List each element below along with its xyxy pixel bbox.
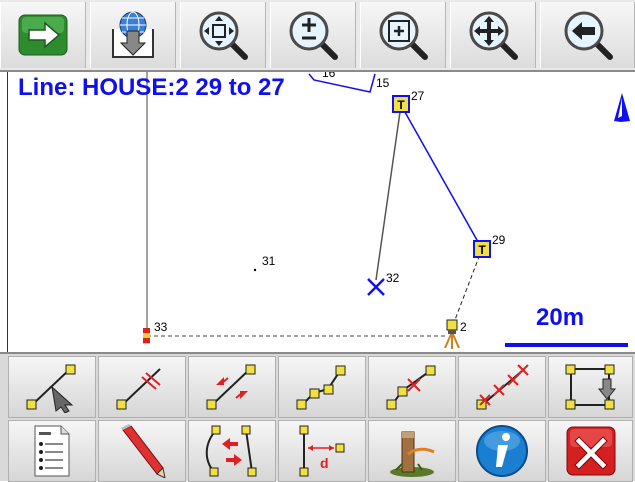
- point-label-29: 29: [492, 233, 506, 247]
- zoom-extents-button[interactable]: [180, 2, 266, 68]
- point-label-33: 33: [154, 320, 168, 334]
- extend-line-icon: [206, 364, 256, 410]
- delete-point-icon: [386, 365, 436, 410]
- parallel-line-icon: [116, 368, 161, 410]
- offset-distance-button[interactable]: d: [278, 420, 366, 482]
- rectangle-down-button[interactable]: [548, 356, 633, 418]
- svg-text:d: d: [320, 455, 329, 471]
- point-27-marker[interactable]: T: [392, 95, 410, 113]
- line-32-27: [375, 104, 402, 281]
- point-list-icon: [34, 425, 70, 477]
- back-arrow-icon: [564, 11, 613, 60]
- pencil-icon: [121, 424, 166, 478]
- extend-line-button[interactable]: [188, 356, 276, 418]
- point-label-16: 16: [322, 72, 336, 80]
- zoom-plus-minus-icon: [289, 11, 338, 60]
- scale-label: 20m: [536, 304, 585, 331]
- zoom-extents-icon: [199, 11, 248, 60]
- zoom-window-icon: [379, 11, 428, 60]
- bottom-toolbar: d: [0, 352, 635, 482]
- swap-direction-button[interactable]: [188, 420, 276, 482]
- point-label-27: 27: [411, 89, 425, 103]
- next-arrow-button[interactable]: [0, 2, 86, 68]
- delete-points-icon: [476, 364, 529, 410]
- swap-direction-icon: [205, 425, 257, 477]
- line-title: Line: HOUSE:2 29 to 27: [18, 74, 285, 101]
- delete-points-button[interactable]: [458, 356, 546, 418]
- line-29-2: [452, 248, 483, 326]
- point-29-marker[interactable]: T: [473, 240, 491, 258]
- info-icon: [476, 425, 528, 477]
- parallel-line-button[interactable]: [98, 356, 186, 418]
- line-27-29: [400, 104, 483, 250]
- green-right-arrow-icon: [18, 14, 68, 56]
- zoom-in-out-button[interactable]: [270, 2, 356, 68]
- info-button[interactable]: [458, 420, 546, 482]
- point-32-cross[interactable]: [367, 278, 385, 296]
- tripod-icon[interactable]: [444, 319, 460, 349]
- close-x-icon: [566, 426, 615, 476]
- svg-text:T: T: [397, 98, 405, 112]
- polyline-button[interactable]: [278, 356, 366, 418]
- close-button[interactable]: [548, 420, 633, 482]
- point-label-32: 32: [386, 271, 400, 285]
- point-list-button[interactable]: [8, 420, 96, 482]
- point-label-2: 2: [460, 320, 467, 334]
- globe-download-button[interactable]: [90, 2, 176, 68]
- stakeout-peg-icon: [390, 431, 435, 477]
- zoom-window-button[interactable]: [360, 2, 446, 68]
- pan-move-icon: [469, 11, 518, 60]
- delete-point-button[interactable]: [368, 356, 456, 418]
- select-line-icon: [26, 364, 76, 413]
- point-label-31: 31: [262, 254, 276, 268]
- pan-button[interactable]: [450, 2, 536, 68]
- point-33-marker[interactable]: [143, 328, 150, 344]
- globe-down-arrow-icon: [112, 11, 154, 58]
- top-toolbar: [0, 0, 635, 72]
- edit-pencil-button[interactable]: [98, 420, 186, 482]
- point-label-15: 15: [376, 76, 390, 90]
- polyline-icon: [296, 365, 346, 410]
- north-arrow-icon: [614, 93, 630, 122]
- stakeout-button[interactable]: [368, 420, 456, 482]
- rectangle-down-icon: [565, 364, 616, 410]
- select-line-button[interactable]: [8, 356, 96, 418]
- offset-distance-icon: d: [299, 425, 345, 477]
- point-31-dot[interactable]: [253, 268, 257, 272]
- svg-text:T: T: [478, 243, 486, 257]
- back-button[interactable]: [540, 2, 635, 68]
- line-16-15: [308, 73, 376, 93]
